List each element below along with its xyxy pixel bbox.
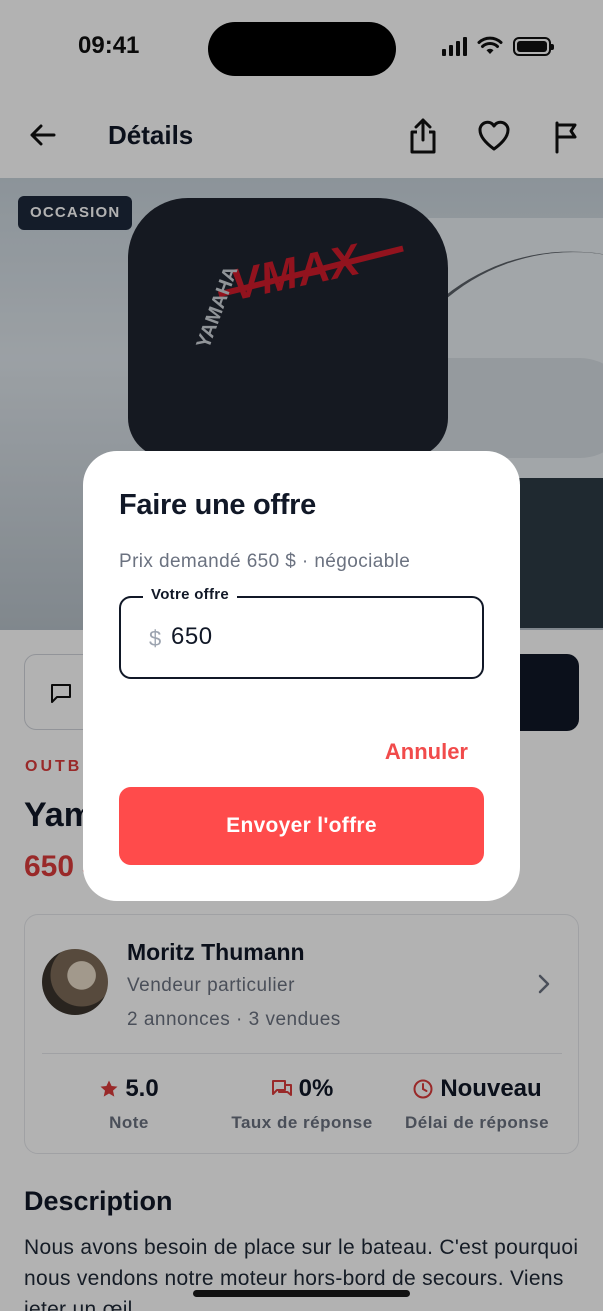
currency-prefix: $ — [149, 626, 162, 651]
offer-field[interactable]: Votre offre $ — [119, 586, 484, 679]
cancel-button[interactable]: Annuler — [385, 739, 468, 765]
send-offer-button[interactable]: Envoyer l'offre — [119, 787, 484, 865]
asking-price-text: Prix demandé 650 $ · négociable — [119, 551, 411, 572]
offer-field-label: Votre offre — [143, 586, 238, 603]
home-indicator — [193, 1290, 410, 1297]
offer-dialog: Faire une offre Prix demandé 650 $ · nég… — [83, 451, 520, 901]
dialog-title: Faire une offre — [119, 489, 316, 521]
offer-input[interactable] — [171, 620, 451, 654]
